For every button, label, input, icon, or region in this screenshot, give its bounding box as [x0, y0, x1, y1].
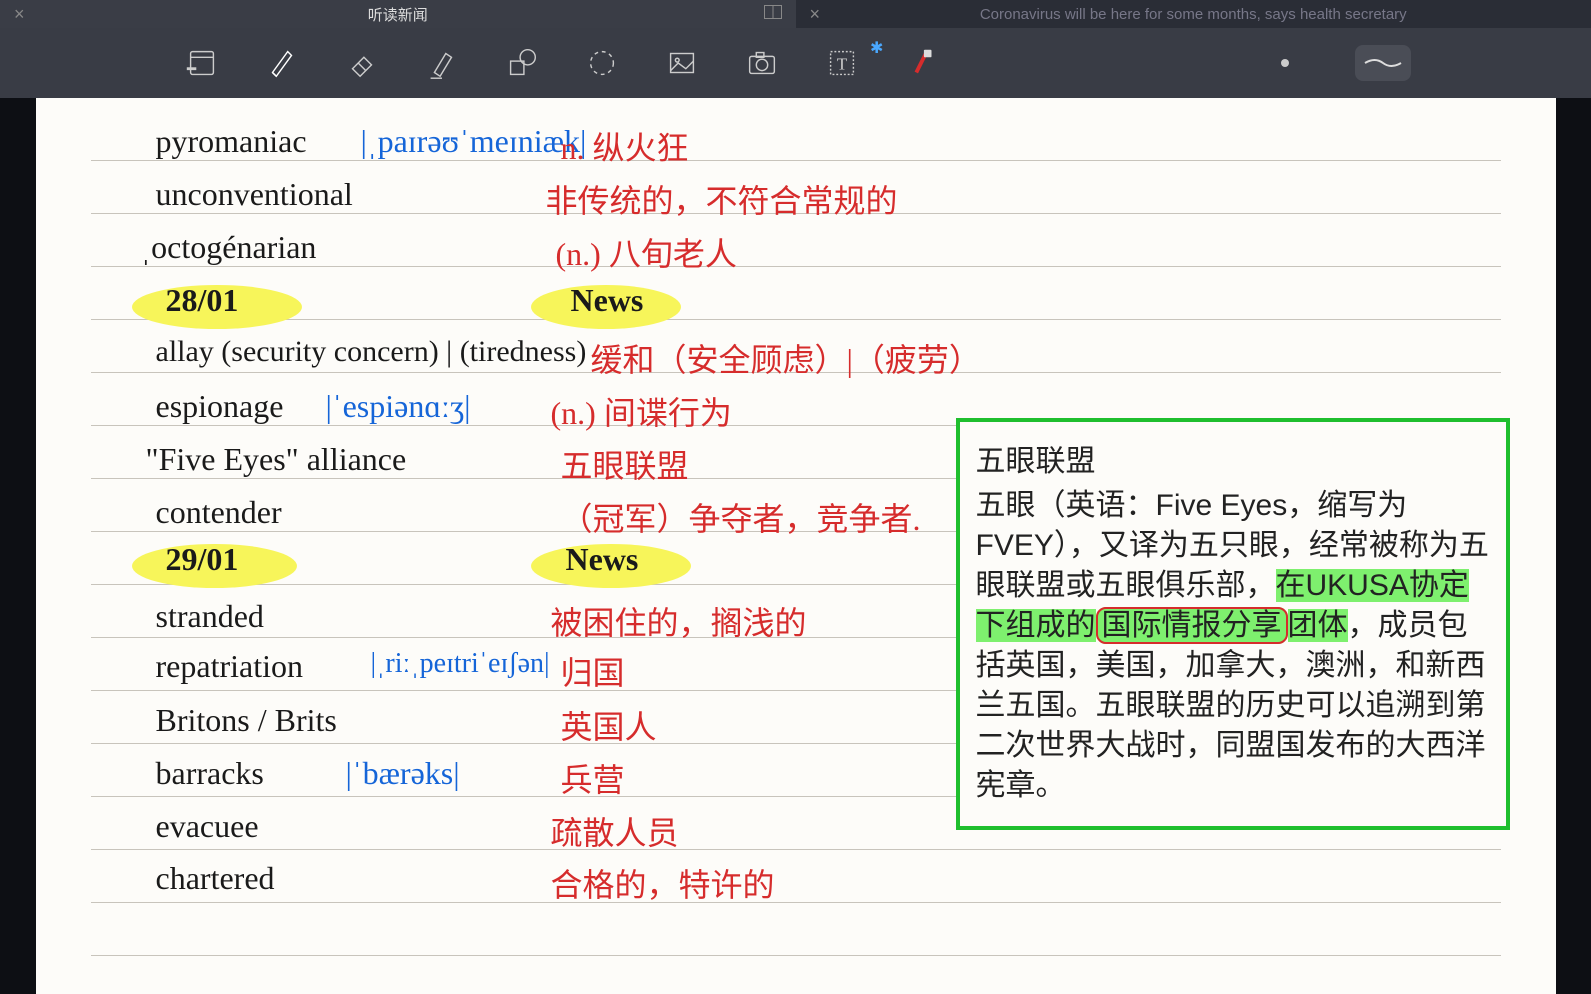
bluetooth-icon: ✱ — [870, 38, 883, 58]
note-definition: 合格的，特许的 — [551, 860, 775, 906]
tab-bar: × 听读新闻 × Coronavirus will be here for so… — [0, 0, 1591, 28]
note-word: Britons / Brits — [156, 702, 337, 739]
note-definition: 缓和（安全顾虑）|（疲劳） — [591, 335, 981, 381]
info-box-five-eyes: 五眼联盟 五眼（英语：Five Eyes，缩写为FVEY），又译为五只眼，经常被… — [956, 418, 1510, 830]
note-date: 29/01 — [166, 541, 239, 578]
note-phonetic: |ˌpaɪrəʊˈmeɪniæk| — [361, 123, 587, 160]
split-icon[interactable] — [764, 5, 782, 23]
note-word: ˌoctogénarian — [141, 229, 317, 266]
note-phonetic: |ˈespiənɑːʒ| — [326, 388, 471, 425]
note-word: barracks — [156, 755, 264, 792]
camera-icon[interactable] — [740, 41, 784, 85]
note-definition: 五眼联盟 — [561, 441, 689, 487]
svg-text:T: T — [837, 55, 848, 74]
shapes-icon[interactable] — [500, 41, 544, 85]
note-word: unconventional — [156, 176, 353, 213]
note-definition: 归国 — [561, 648, 625, 694]
note-word: "Five Eyes" alliance — [146, 441, 407, 478]
info-box-body: 五眼（英语：Five Eyes，缩写为FVEY），又译为五只眼，经常被称为五眼联… — [976, 486, 1490, 806]
notebook-icon[interactable] — [180, 41, 224, 85]
note-word: stranded — [156, 598, 264, 635]
note-phonetic: |ˌriːˌpeɪtriˈeɪʃən| — [371, 648, 550, 680]
pen-icon[interactable] — [260, 41, 304, 85]
toolbar: T ✱ — [0, 28, 1591, 98]
note-definition: n. 纵火狂 — [561, 123, 689, 169]
note-date: 28/01 — [166, 282, 239, 319]
close-icon[interactable]: × — [810, 4, 821, 25]
note-word: repatriation — [156, 648, 303, 685]
lasso-icon[interactable] — [580, 41, 624, 85]
color-dot[interactable] — [1281, 59, 1289, 67]
image-icon[interactable] — [660, 41, 704, 85]
tab-right[interactable]: × Coronavirus will be here for some mont… — [796, 0, 1591, 28]
note-page[interactable]: pyromaniac |ˌpaɪrəʊˈmeɪniæk| n. 纵火狂 unco… — [36, 98, 1556, 994]
line-style-selector[interactable] — [1355, 45, 1411, 81]
note-definition: （冠军）争夺者，竞争者. — [561, 494, 921, 540]
note-definition: 非传统的，不符合常规的 — [546, 176, 898, 222]
close-icon[interactable]: × — [14, 4, 25, 25]
note-phonetic: |ˈbærəks| — [346, 755, 460, 792]
highlighter-icon[interactable] — [420, 41, 464, 85]
note-definition: 疏散人员 — [551, 808, 679, 854]
note-definition: (n.) 间谍行为 — [551, 388, 732, 434]
note-word: chartered — [156, 860, 275, 897]
note-definition: (n.) 八旬老人 — [556, 229, 737, 275]
note-word: contender — [156, 494, 282, 531]
eraser-icon[interactable] — [340, 41, 384, 85]
note-word: espionage — [156, 388, 284, 425]
tab-title: Coronavirus will be here for some months… — [980, 6, 1407, 23]
tab-left[interactable]: × 听读新闻 — [0, 0, 796, 28]
info-box-title: 五眼联盟 — [976, 442, 1490, 482]
tab-title: 听读新闻 — [368, 4, 428, 25]
canvas-area[interactable]: pyromaniac |ˌpaɪrəʊˈmeɪniæk| n. 纵火狂 unco… — [0, 98, 1591, 994]
note-word: allay (security concern) | (tiredness) — [156, 335, 587, 369]
text-icon[interactable]: T — [820, 41, 864, 85]
note-label: News — [571, 282, 644, 319]
note-word: pyromaniac — [156, 123, 307, 160]
note-word: evacuee — [156, 808, 259, 845]
pointer-icon[interactable] — [900, 41, 944, 85]
note-definition: 兵营 — [561, 755, 625, 801]
note-definition: 英国人 — [561, 702, 657, 748]
note-definition: 被困住的，搁浅的 — [551, 598, 807, 644]
note-label: News — [566, 541, 639, 578]
